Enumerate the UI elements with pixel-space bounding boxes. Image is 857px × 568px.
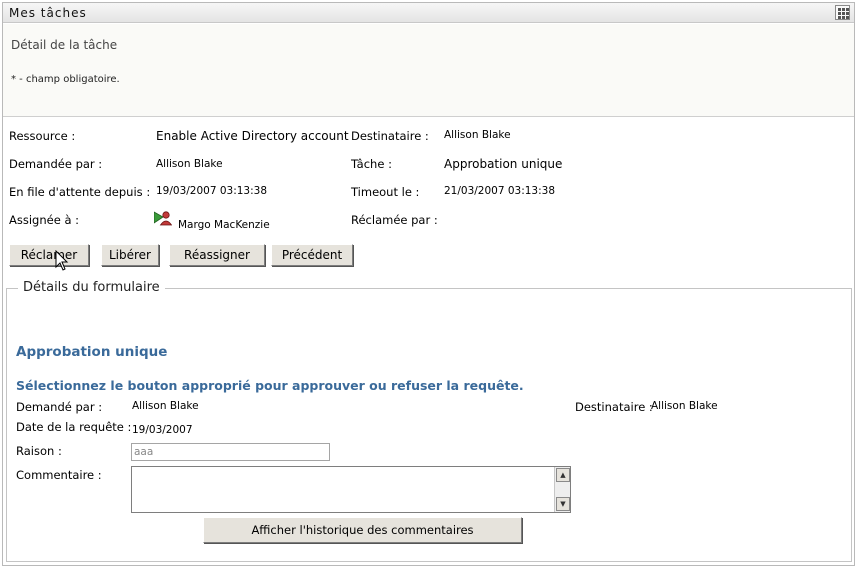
claim-button[interactable]: Réclamer <box>9 244 89 266</box>
requested-by-label: Demandée par : <box>9 157 103 171</box>
portlet-titlebar: Mes tâches <box>3 3 854 23</box>
reason-label: Raison : <box>16 444 62 458</box>
task-label: Tâche : <box>351 157 392 171</box>
scroll-up-icon[interactable]: ▲ <box>556 468 570 482</box>
requested-by-value: Allison Blake <box>156 158 223 170</box>
queued-since-label: En file d'attente depuis : <box>9 185 151 199</box>
comment-label: Commentaire : <box>16 468 102 482</box>
resource-label: Ressource : <box>9 129 76 143</box>
recipient-value: Allison Blake <box>444 129 511 141</box>
form-details-legend: Détails du formulaire <box>18 280 165 295</box>
task-detail-title: Détail de la tâche <box>11 38 118 52</box>
mouse-cursor-icon <box>55 250 69 271</box>
form-requested-by-label: Demandé par : <box>16 400 103 414</box>
task-header-panel: Détail de la tâche * - champ obligatoire… <box>3 24 854 117</box>
claimed-by-label: Réclamée par : <box>351 213 438 227</box>
release-button[interactable]: Libérer <box>101 244 159 266</box>
reason-input[interactable] <box>131 443 330 461</box>
comment-textarea[interactable]: ▲ ▼ <box>131 466 571 513</box>
timeout-label: Timeout le : <box>351 185 420 199</box>
user-icon <box>154 211 172 226</box>
request-date-label: Date de la requête : <box>16 420 132 434</box>
assigned-to-value: Margo MacKenzie <box>178 219 270 231</box>
request-date-value: 19/03/2007 <box>132 424 193 436</box>
show-comment-history-button[interactable]: Afficher l'historique des commentaires <box>203 517 522 543</box>
resource-value: Enable Active Directory account <box>156 129 349 143</box>
previous-button[interactable]: Précédent <box>271 244 353 266</box>
recipient-label: Destinataire : <box>351 129 429 143</box>
form-title: Approbation unique <box>16 344 168 360</box>
task-value: Approbation unique <box>444 157 563 171</box>
portlet-title: Mes tâches <box>9 6 87 20</box>
queued-since-value: 19/03/2007 03:13:38 <box>156 185 268 197</box>
scroll-down-icon[interactable]: ▼ <box>556 497 570 511</box>
required-field-note: * - champ obligatoire. <box>11 74 120 85</box>
form-recipient-value: Allison Blake <box>651 400 718 412</box>
form-instructions: Sélectionnez le bouton approprié pour ap… <box>16 378 524 393</box>
comment-scrollbar[interactable]: ▲ ▼ <box>554 467 570 512</box>
form-recipient-label: Destinataire : <box>575 400 653 414</box>
portlet-menu-icon[interactable] <box>835 5 850 20</box>
form-requested-by-value: Allison Blake <box>132 400 199 412</box>
reassign-button[interactable]: Réassigner <box>169 244 265 266</box>
timeout-value: 21/03/2007 03:13:38 <box>444 185 556 197</box>
assigned-to-label: Assignée à : <box>9 213 80 227</box>
